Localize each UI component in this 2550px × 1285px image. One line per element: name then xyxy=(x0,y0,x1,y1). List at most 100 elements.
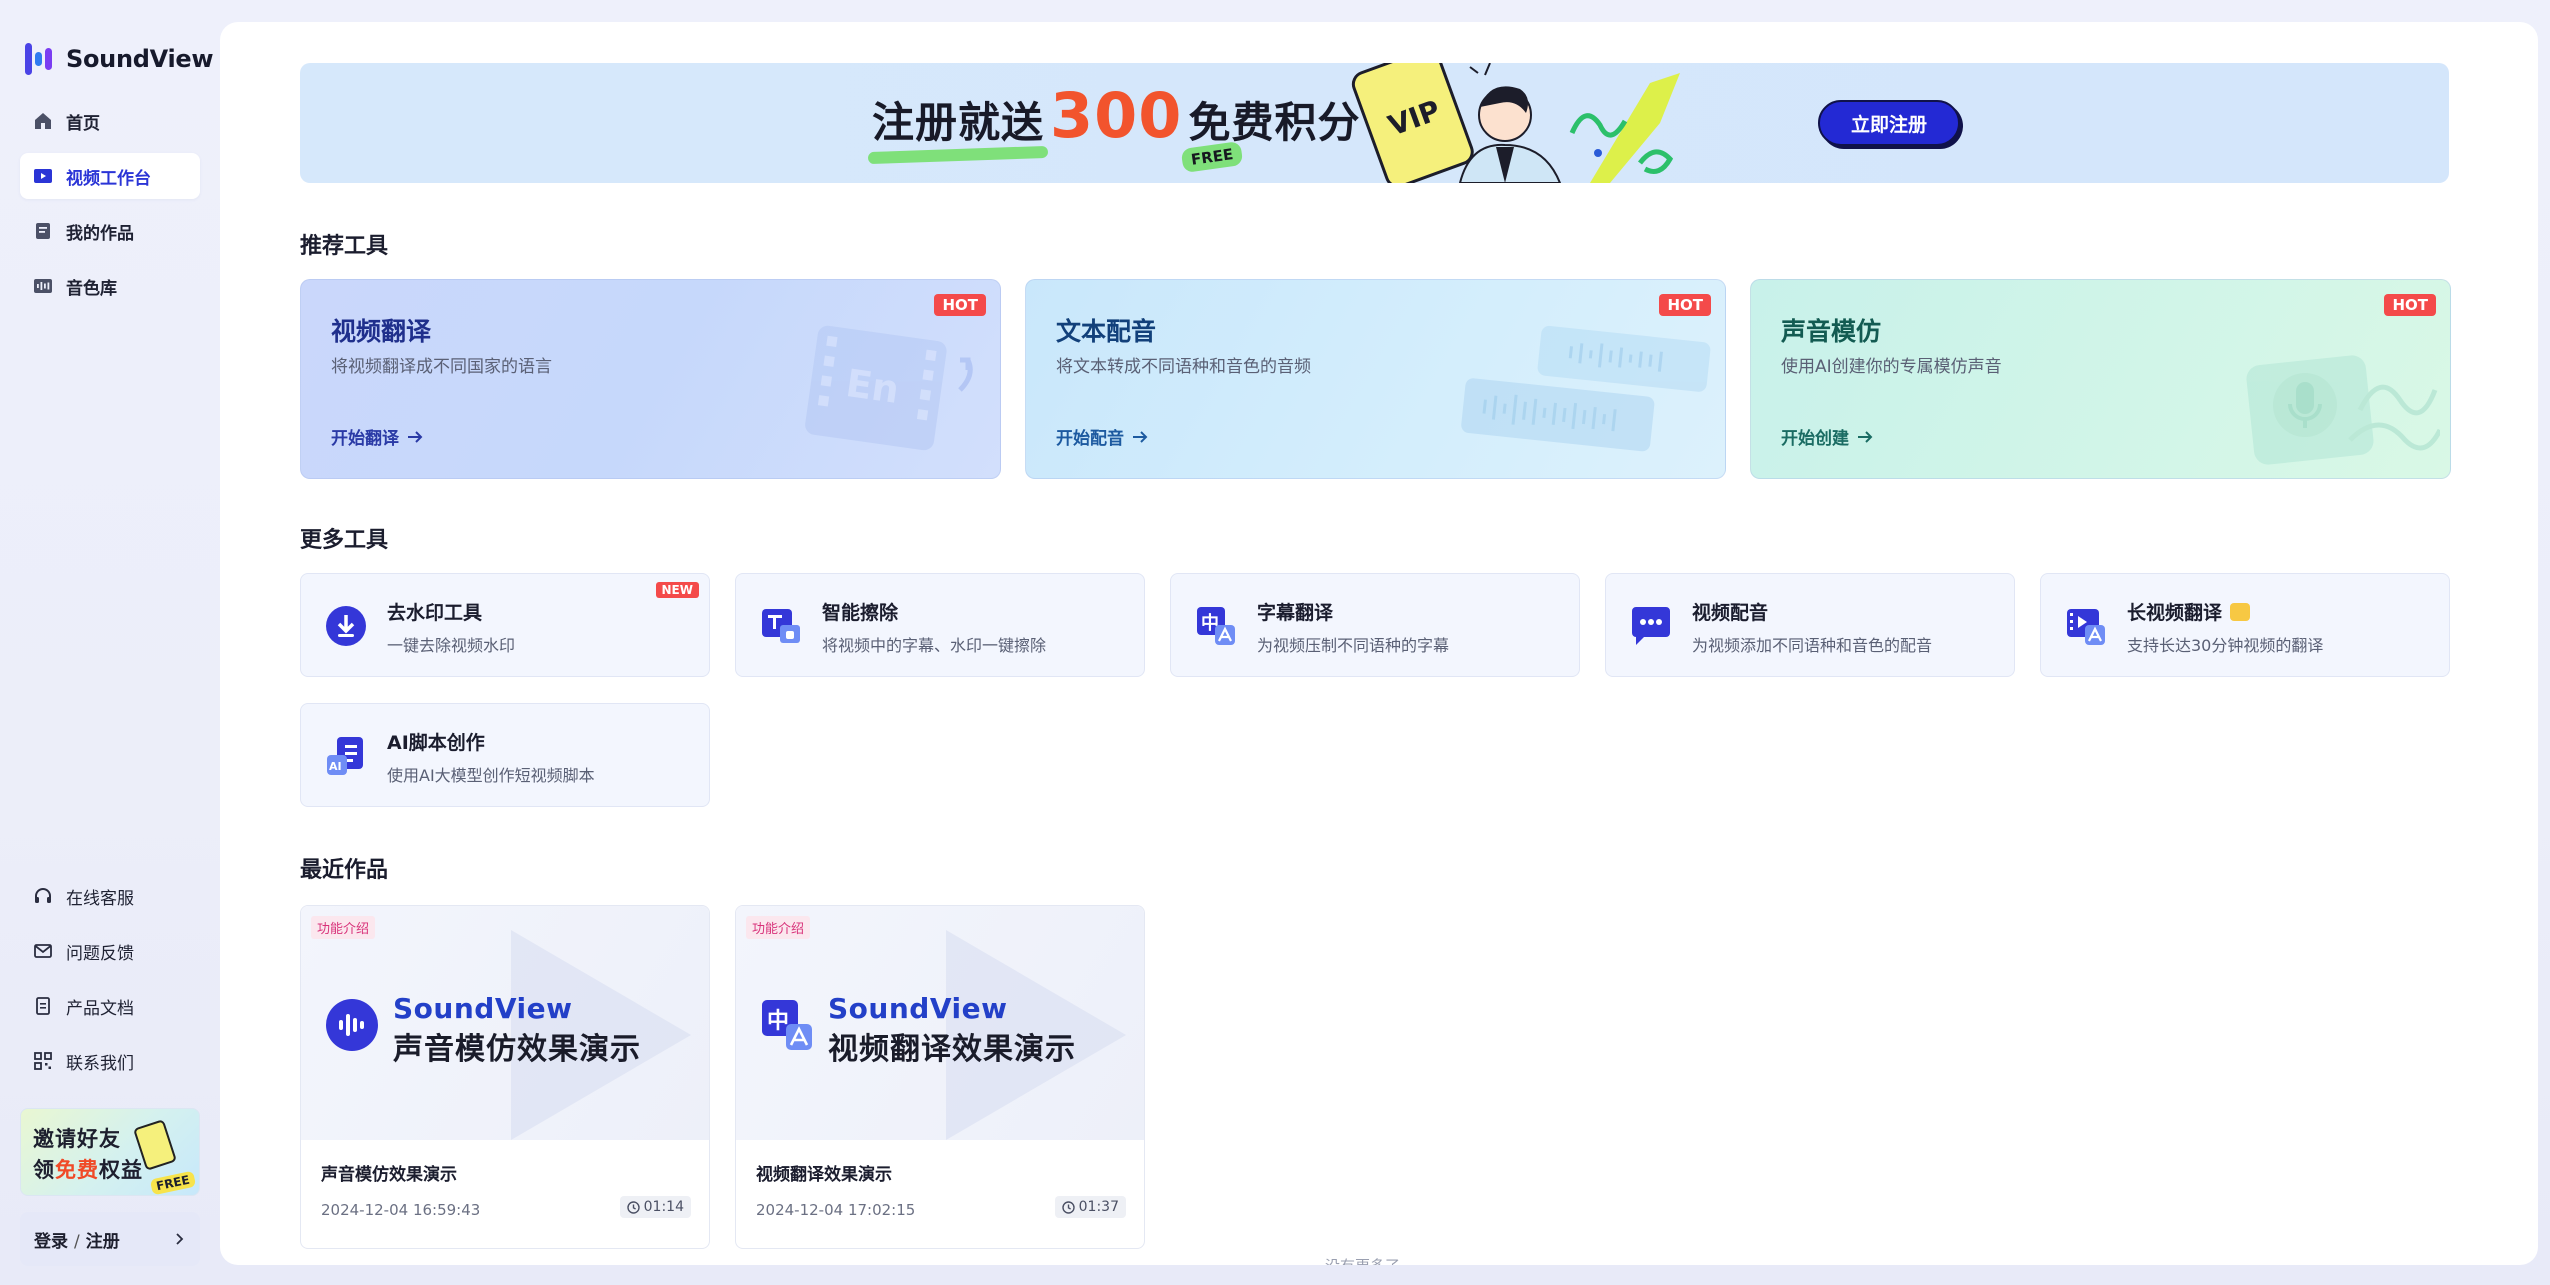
sidebar-item-my-works[interactable]: 我的作品 xyxy=(20,208,200,254)
recent-work-card[interactable]: 功能介绍 SoundView 声音模仿效果演示 声音模仿效果演示 2024-12… xyxy=(300,905,710,1249)
tool-title: 去水印工具 xyxy=(387,602,483,624)
thumbnail-subtitle: 视频翻译效果演示 xyxy=(828,1032,1076,1067)
promo-banner[interactable]: 注册就送 300 免费积分 FREE VIP 立即注册 xyxy=(300,63,2449,183)
chat-bubble-icon xyxy=(1632,607,1670,645)
start-dubbing-link[interactable]: 开始配音 xyxy=(1056,424,1148,449)
tool-video-dubbing[interactable]: 视频配音 为视频添加不同语种和音色的配音 xyxy=(1605,573,2015,677)
mail-icon xyxy=(32,940,54,962)
sidebar-link-label: 产品文档 xyxy=(66,998,134,1019)
thumbnail-brand: SoundView xyxy=(828,992,1008,1025)
duration-badge: 01:14 xyxy=(619,1196,691,1218)
arrow-right-icon xyxy=(408,430,423,443)
tool-desc: 将视频中的字幕、水印一键擦除 xyxy=(822,636,1047,655)
qrcode-icon xyxy=(32,1050,54,1072)
work-title: 视频翻译效果演示 xyxy=(756,1165,892,1185)
erase-icon xyxy=(762,609,800,643)
login-register-button[interactable]: 登录 / 注册 xyxy=(20,1212,200,1266)
sidebar-item-home[interactable]: 首页 xyxy=(20,98,200,144)
recent-work-card[interactable]: 功能介绍 中 SoundView 视频翻译效果演示 视频翻译效果演示 2024-… xyxy=(735,905,1145,1249)
invite-friends-banner[interactable]: 邀请好友 领免费权益 FREE xyxy=(20,1108,200,1196)
tool-desc: 使用AI大模型创作短视频脚本 xyxy=(387,766,595,785)
section-title-more-tools: 更多工具 xyxy=(300,528,389,553)
sidebar-link-contact[interactable]: 联系我们 xyxy=(20,1038,200,1084)
tool-card-title: 视频翻译 xyxy=(331,317,432,346)
sidebar-link-label: 在线客服 xyxy=(66,888,134,909)
tool-card-title: 声音模仿 xyxy=(1781,317,1882,346)
sidebar-link-feedback[interactable]: 问题反馈 xyxy=(20,928,200,974)
app-name: SoundView xyxy=(66,45,214,73)
tool-long-video-translate[interactable]: 长视频翻译 支持长达30分钟视频的翻译 xyxy=(2040,573,2450,677)
svg-text:中: 中 xyxy=(767,1009,789,1034)
ai-script-icon: AI xyxy=(327,737,363,775)
work-tag: 功能介绍 xyxy=(311,916,376,939)
sidebar-item-label: 首页 xyxy=(66,113,100,134)
tool-ai-script[interactable]: AI AI脚本创作 使用AI大模型创作短视频脚本 xyxy=(300,703,710,807)
translate-en-icon: En xyxy=(805,325,973,451)
sidebar-item-video-workbench[interactable]: 视频工作台 xyxy=(20,153,200,199)
tool-title: 字幕翻译 xyxy=(1257,602,1334,624)
sidebar-link-label: 联系我们 xyxy=(66,1053,134,1074)
tool-smart-erase[interactable]: 智能擦除 将视频中的字幕、水印一键擦除 xyxy=(735,573,1145,677)
video-workbench-icon xyxy=(32,165,54,187)
tool-card-desc: 将文本转成不同语种和音色的音频 xyxy=(1056,357,1311,377)
tool-desc: 为视频添加不同语种和音色的配音 xyxy=(1692,636,1933,655)
svg-text:AI: AI xyxy=(329,760,342,773)
crown-icon xyxy=(2230,602,2251,621)
main-panel: 注册就送 300 免费积分 FREE VIP 立即注册 推荐工具 En HOT … xyxy=(220,22,2538,1265)
tool-card-title: 文本配音 xyxy=(1056,317,1157,346)
logo[interactable]: SoundView xyxy=(22,40,214,78)
tool-title: 长视频翻译 xyxy=(2127,598,2251,625)
banner-title: 注册就送 300 免费积分 xyxy=(872,79,1361,152)
start-translate-link[interactable]: 开始翻译 xyxy=(331,424,423,449)
download-icon xyxy=(326,606,366,646)
register-now-button[interactable]: 立即注册 xyxy=(1818,100,1960,146)
no-more-text: 没有更多了 xyxy=(1325,1255,1400,1265)
tool-desc: 一键去除视频水印 xyxy=(387,636,516,655)
thumbnail-brand: SoundView xyxy=(393,992,573,1025)
sidebar-link-support[interactable]: 在线客服 xyxy=(20,873,200,919)
sidebar-bottom-links: 在线客服 问题反馈 产品文档 联系我们 xyxy=(20,873,200,1093)
sidebar-item-label: 音色库 xyxy=(66,278,117,299)
work-tag: 功能介绍 xyxy=(746,916,811,939)
start-create-link[interactable]: 开始创建 xyxy=(1781,424,1873,449)
sidebar-item-voice-library[interactable]: 音色库 xyxy=(20,263,200,309)
tool-card-desc: 使用AI创建你的专属模仿声音 xyxy=(1781,357,2002,377)
clock-icon xyxy=(1061,1200,1075,1214)
tool-title: AI脚本创作 xyxy=(387,732,485,754)
work-date: 2024-12-04 17:02:15 xyxy=(756,1201,916,1219)
tool-card-text-dubbing[interactable]: HOT 文本配音 将文本转成不同语种和音色的音频 开始配音 xyxy=(1025,279,1726,479)
work-thumbnail: 功能介绍 SoundView 声音模仿效果演示 xyxy=(301,906,709,1140)
arrow-right-icon xyxy=(1133,430,1148,443)
sidebar-item-label: 我的作品 xyxy=(66,223,134,244)
section-title-recent-works: 最近作品 xyxy=(300,858,389,883)
hot-badge: HOT xyxy=(2384,294,2436,316)
work-date: 2024-12-04 16:59:43 xyxy=(321,1201,481,1219)
tool-card-voice-clone[interactable]: HOT 声音模仿 使用AI创建你的专属模仿声音 开始创建 xyxy=(1750,279,2451,479)
login-label: 登录 / 注册 xyxy=(34,1231,120,1252)
sidebar-link-docs[interactable]: 产品文档 xyxy=(20,983,200,1029)
hot-badge: HOT xyxy=(934,294,986,316)
section-title-recommended: 推荐工具 xyxy=(300,234,389,259)
work-thumbnail: 功能介绍 中 SoundView 视频翻译效果演示 xyxy=(736,906,1144,1140)
tool-desc: 支持长达30分钟视频的翻译 xyxy=(2127,636,2324,655)
new-badge: NEW xyxy=(655,582,699,598)
waveform-icon xyxy=(32,275,54,297)
long-video-icon xyxy=(2067,609,2105,645)
document-icon xyxy=(32,220,54,242)
sidebar-item-label: 视频工作台 xyxy=(66,168,151,189)
soundview-logo-icon xyxy=(25,43,52,75)
sidebar-nav: 首页 视频工作台 我的作品 音色库 xyxy=(20,98,200,318)
tool-card-video-translate[interactable]: En HOT 视频翻译 将视频翻译成不同国家的语言 开始翻译 xyxy=(300,279,1001,479)
tool-subtitle-translate[interactable]: 中 字幕翻译 为视频压制不同语种的字幕 xyxy=(1170,573,1580,677)
sidebar-link-label: 问题反馈 xyxy=(66,943,134,964)
file-icon xyxy=(32,995,54,1017)
svg-text:En: En xyxy=(843,361,902,412)
work-title: 声音模仿效果演示 xyxy=(321,1165,457,1185)
microphone-icon xyxy=(2246,355,2440,465)
tool-title: 智能擦除 xyxy=(822,602,899,624)
audio-wave-icon xyxy=(1461,325,1711,452)
home-icon xyxy=(32,110,54,132)
voice-wave-icon xyxy=(326,999,378,1051)
invite-free-badge: FREE xyxy=(149,1170,197,1195)
tool-watermark-remover[interactable]: NEW 去水印工具 一键去除视频水印 xyxy=(300,573,710,677)
